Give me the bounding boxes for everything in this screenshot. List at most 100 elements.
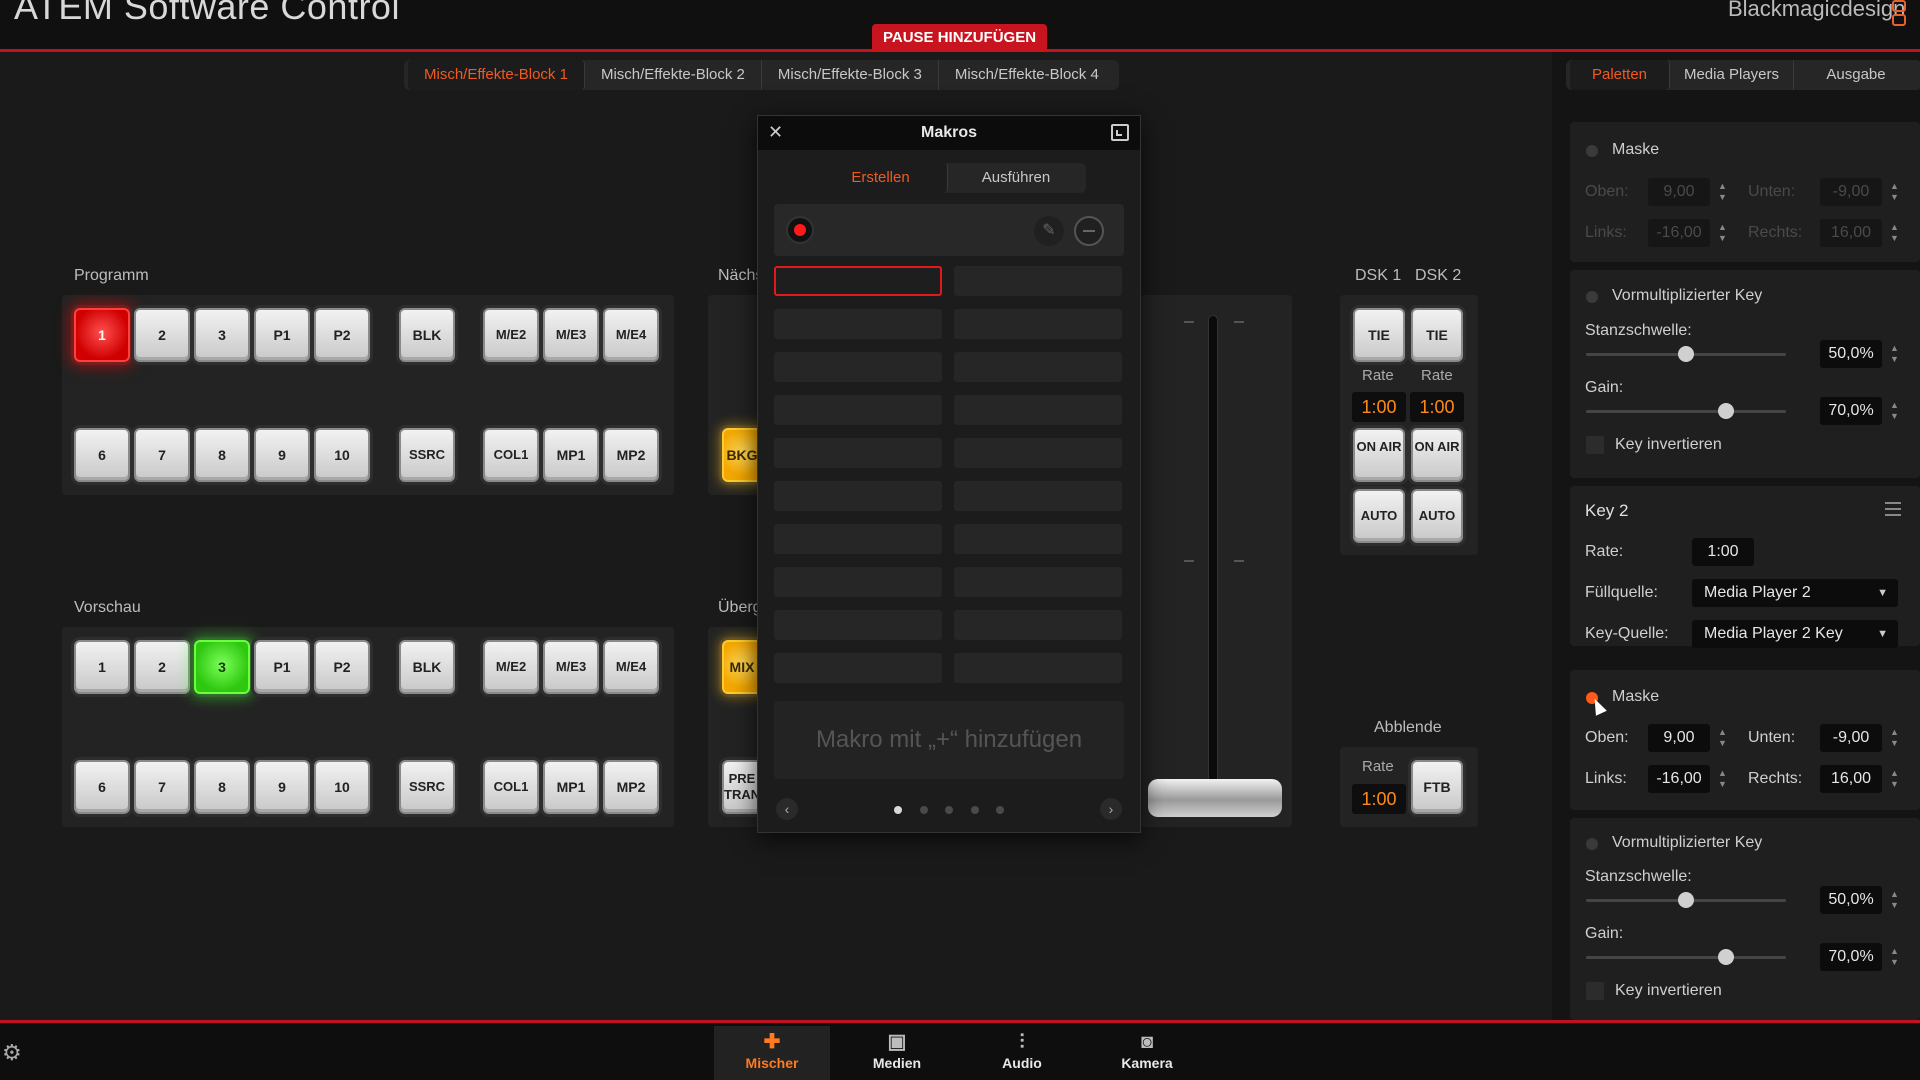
page-dot[interactable] xyxy=(971,806,979,814)
menu-icon[interactable] xyxy=(1885,502,1901,520)
chevron-left-icon[interactable]: ‹ xyxy=(776,798,798,820)
tab-me-block-4[interactable]: Misch/Effekte-Block 4 xyxy=(939,60,1115,90)
preview-button-me3[interactable]: M/E3 xyxy=(543,640,599,694)
key1-gain-slider[interactable] xyxy=(1586,403,1786,419)
dsk2-rate-value[interactable]: 1:00 xyxy=(1410,392,1464,422)
macro-slot[interactable] xyxy=(774,309,942,339)
preview-button-6[interactable]: 6 xyxy=(74,760,130,814)
key1-top-field[interactable]: 9,00 xyxy=(1648,178,1710,206)
macro-slot[interactable] xyxy=(774,438,942,468)
dsk2-tie-button[interactable]: TIE xyxy=(1411,308,1463,362)
preview-button-3[interactable]: 3 xyxy=(194,640,250,694)
key2-rate-field[interactable]: 1:00 xyxy=(1692,538,1754,566)
key1-left-field[interactable]: -16,00 xyxy=(1648,219,1710,247)
key2-key-dropdown[interactable]: Media Player 2 Key ▼ xyxy=(1692,620,1898,648)
macro-slot[interactable] xyxy=(954,567,1122,597)
program-button-me3[interactable]: M/E3 xyxy=(543,308,599,362)
ftb-rate-value[interactable]: 1:00 xyxy=(1352,784,1406,814)
program-button-mp2[interactable]: MP2 xyxy=(603,428,659,482)
program-button-2[interactable]: 2 xyxy=(134,308,190,362)
key2-bottom-field[interactable]: -9,00 xyxy=(1820,724,1882,752)
tab-me-block-2[interactable]: Misch/Effekte-Block 2 xyxy=(585,60,762,90)
preview-button-mp2[interactable]: MP2 xyxy=(603,760,659,814)
program-button-9[interactable]: 9 xyxy=(254,428,310,482)
key1-bottom-field[interactable]: -9,00 xyxy=(1820,178,1882,206)
macro-slot[interactable] xyxy=(954,395,1122,425)
key1-left-spinner[interactable]: ▲ ▼ xyxy=(1718,222,1727,244)
tab-run[interactable]: Ausführen xyxy=(948,163,1084,193)
tab-me-block-3[interactable]: Misch/Effekte-Block 3 xyxy=(762,60,939,90)
macro-slot[interactable] xyxy=(954,266,1122,296)
preview-button-p2[interactable]: P2 xyxy=(314,640,370,694)
key2-premult-toggle[interactable] xyxy=(1586,838,1598,850)
dsk2-auto-button[interactable]: AUTO xyxy=(1411,489,1463,543)
preview-button-blk[interactable]: BLK xyxy=(399,640,455,694)
dsk1-rate-value[interactable]: 1:00 xyxy=(1352,392,1406,422)
key2-right-spinner[interactable]: ▲ ▼ xyxy=(1890,768,1899,790)
remove-icon[interactable] xyxy=(1074,216,1104,246)
tab-me-block-1[interactable]: Misch/Effekte-Block 1 xyxy=(408,60,585,90)
program-button-p2[interactable]: P2 xyxy=(314,308,370,362)
dsk1-on-air-button[interactable]: ON AIR xyxy=(1353,428,1405,482)
program-button-1[interactable]: 1 xyxy=(74,308,130,362)
macro-slot[interactable] xyxy=(954,610,1122,640)
program-button-col1[interactable]: COL1 xyxy=(483,428,539,482)
slider-knob[interactable] xyxy=(1678,346,1694,362)
preview-button-1[interactable]: 1 xyxy=(74,640,130,694)
expand-icon[interactable] xyxy=(1111,124,1129,141)
macro-slot[interactable] xyxy=(774,395,942,425)
macro-slot[interactable] xyxy=(954,352,1122,382)
key2-invert-checkbox[interactable] xyxy=(1586,982,1604,1000)
program-button-blk[interactable]: BLK xyxy=(399,308,455,362)
key2-clip-spinner[interactable]: ▲ ▼ xyxy=(1890,889,1899,911)
key2-gain-slider[interactable] xyxy=(1586,949,1786,965)
key1-mask-toggle[interactable] xyxy=(1586,145,1598,157)
preview-button-me4[interactable]: M/E4 xyxy=(603,640,659,694)
key2-clip-field[interactable]: 50,0% xyxy=(1820,886,1882,914)
program-button-me4[interactable]: M/E4 xyxy=(603,308,659,362)
mix-button[interactable]: MIX xyxy=(722,640,762,694)
program-button-me2[interactable]: M/E2 xyxy=(483,308,539,362)
tbar-handle[interactable] xyxy=(1148,779,1282,817)
preview-button-mp1[interactable]: MP1 xyxy=(543,760,599,814)
nav-kamera[interactable]: ◙ Kamera xyxy=(1089,1026,1205,1080)
key1-clip-spinner[interactable]: ▲ ▼ xyxy=(1890,343,1899,365)
preview-button-9[interactable]: 9 xyxy=(254,760,310,814)
macro-slot[interactable] xyxy=(774,524,942,554)
macro-slot[interactable] xyxy=(774,567,942,597)
program-button-7[interactable]: 7 xyxy=(134,428,190,482)
slider-knob[interactable] xyxy=(1718,949,1734,965)
key2-gain-field[interactable]: 70,0% xyxy=(1820,943,1882,971)
preview-button-col1[interactable]: COL1 xyxy=(483,760,539,814)
dsk1-auto-button[interactable]: AUTO xyxy=(1353,489,1405,543)
key1-invert-checkbox[interactable] xyxy=(1586,436,1604,454)
preview-button-10[interactable]: 10 xyxy=(314,760,370,814)
key1-right-spinner[interactable]: ▲ ▼ xyxy=(1890,222,1899,244)
key2-left-spinner[interactable]: ▲ ▼ xyxy=(1718,768,1727,790)
key2-bottom-spinner[interactable]: ▲ ▼ xyxy=(1890,727,1899,749)
key2-top-spinner[interactable]: ▲ ▼ xyxy=(1718,727,1727,749)
dsk2-on-air-button[interactable]: ON AIR xyxy=(1411,428,1463,482)
preview-button-me2[interactable]: M/E2 xyxy=(483,640,539,694)
macro-slot[interactable] xyxy=(954,481,1122,511)
macro-slot[interactable] xyxy=(774,352,942,382)
key1-right-field[interactable]: 16,00 xyxy=(1820,219,1882,247)
ftb-button[interactable]: FTB xyxy=(1411,760,1463,814)
key1-bottom-spinner[interactable]: ▲ ▼ xyxy=(1890,181,1899,203)
program-button-mp1[interactable]: MP1 xyxy=(543,428,599,482)
tab-output[interactable]: Ausgabe xyxy=(1794,60,1918,90)
key2-left-field[interactable]: -16,00 xyxy=(1648,765,1710,793)
preview-button-ssrc[interactable]: SSRC xyxy=(399,760,455,814)
macro-slot[interactable] xyxy=(954,653,1122,683)
preview-button-7[interactable]: 7 xyxy=(134,760,190,814)
key1-top-spinner[interactable]: ▲ ▼ xyxy=(1718,181,1727,203)
key2-fill-dropdown[interactable]: Media Player 2 ▼ xyxy=(1692,579,1898,607)
preview-button-2[interactable]: 2 xyxy=(134,640,190,694)
pause-button[interactable]: PAUSE HINZUFÜGEN xyxy=(872,24,1047,52)
key2-gain-spinner[interactable]: ▲ ▼ xyxy=(1890,946,1899,968)
nav-medien[interactable]: ▣ Medien xyxy=(839,1026,955,1080)
program-button-10[interactable]: 10 xyxy=(314,428,370,482)
page-dot[interactable] xyxy=(920,806,928,814)
key1-premult-toggle[interactable] xyxy=(1586,291,1598,303)
macro-slot[interactable] xyxy=(774,481,942,511)
